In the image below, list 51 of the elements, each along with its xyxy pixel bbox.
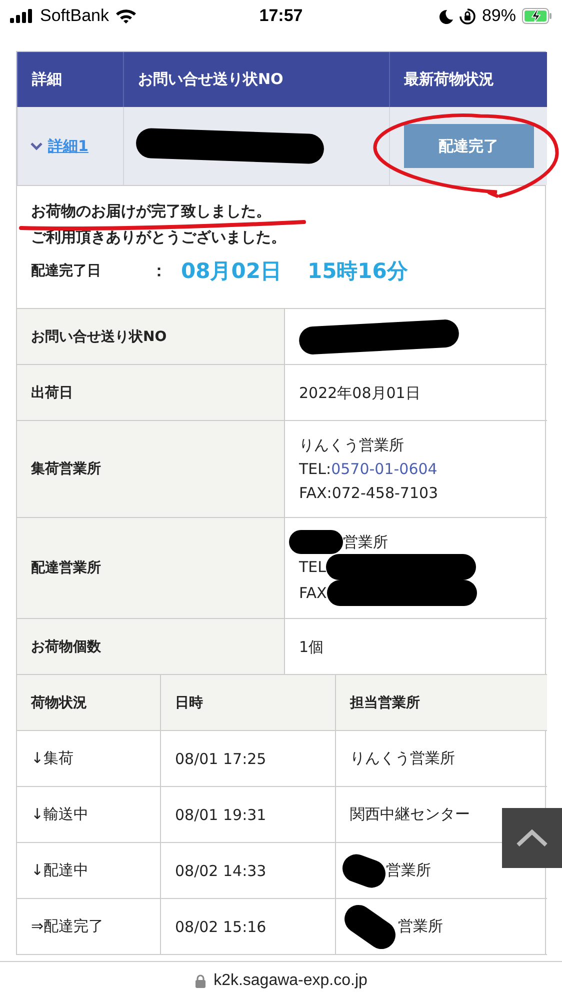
separator: ： [151,260,168,282]
info-value: 1個 [299,636,324,658]
info-label: 配達営業所 [17,518,284,619]
delivery-time: 15時16分 [307,258,408,285]
table-cell: ⇒配達完了 [17,899,161,955]
table-header-cell: 担当営業所 [336,675,547,731]
table-cell: 08/02 14:33 [161,843,336,899]
table-cell: ↓輸送中 [17,787,161,843]
table-header-cell: 荷物状況 [17,675,161,731]
signal-icon [10,9,34,23]
battery-percent: 89% [482,6,516,26]
battery-charging-icon [522,8,552,24]
info-value: FAX [299,583,327,604]
lock-icon [194,974,206,988]
url-text: k2k.sagawa-exp.co.jp [214,972,368,990]
carrier-name: SoftBank [40,6,109,26]
table-cell: ↓配達中 [17,843,161,899]
clock-time: 17:57 [259,6,303,26]
info-value: 営業所 [343,532,388,553]
table-cell: 08/01 17:25 [161,731,336,787]
table-header-cell: お問い合せ送り状NO [123,52,389,107]
chevron-up-icon [516,829,548,847]
table-cell: りんくう営業所 [350,749,455,768]
scroll-to-top-button[interactable] [502,808,562,868]
table-cell: 関西中継センター [350,805,470,824]
delivery-date: 08月02日 [181,258,282,285]
table-header-cell: 最新荷物状況 [389,52,547,107]
status-button[interactable]: 配達完了 [404,124,534,168]
info-value: FAX:072-458-7103 [299,483,438,504]
table-header-cell: 詳細 [17,52,123,107]
date-label: 配達完了日 [31,262,102,280]
table-cell: 営業所 [386,861,431,880]
info-value: りんくう営業所 [299,435,404,456]
message-text: お荷物のお届けが完了致しました。 [31,201,272,221]
detail-link[interactable]: 詳細1 [48,136,88,156]
moon-icon [438,8,453,24]
info-label: 出荷日 [17,365,284,421]
info-value: TEL [299,557,326,578]
phone-link[interactable]: 0570-01-0604 [331,457,438,481]
table-cell: 08/01 19:31 [161,787,336,843]
table-cell: 08/02 15:16 [161,899,336,955]
table-cell: ↓集荷 [17,731,161,787]
wifi-icon [115,8,137,24]
table-cell: 営業所 [398,917,443,936]
rotation-lock-icon [458,8,476,24]
info-value: 2022年08月01日 [299,382,420,404]
info-label: 集荷営業所 [17,421,284,518]
info-label: お荷物個数 [17,619,284,675]
table-header-cell: 日時 [161,675,336,731]
info-label: お問い合せ送り状NO [17,309,284,365]
info-value: TEL: [299,459,332,480]
